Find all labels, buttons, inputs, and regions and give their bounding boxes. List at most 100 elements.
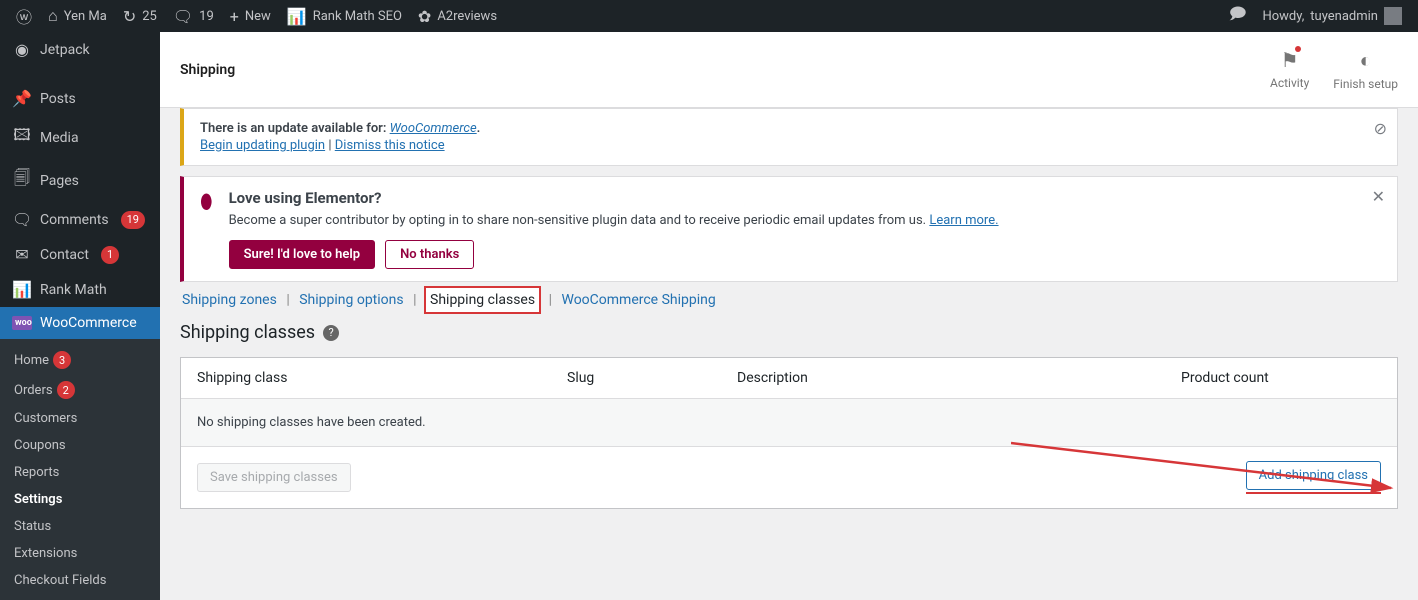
submenu-home[interactable]: Home3	[0, 345, 160, 375]
finish-setup-button[interactable]: ◐ Finish setup	[1333, 48, 1398, 91]
my-account[interactable]: Howdy, tuyenadmin	[1254, 0, 1410, 32]
submenu-label: Checkout Fields	[14, 573, 106, 588]
submenu-status[interactable]: Status	[0, 513, 160, 540]
sidebar-label: Rank Math	[40, 282, 107, 298]
submenu-settings[interactable]: Settings	[0, 486, 160, 513]
woo-icon: woo	[12, 316, 32, 330]
comments-link[interactable]: 🗨19	[165, 0, 222, 32]
sidebar-item-pages[interactable]: 🗐Pages	[0, 159, 160, 202]
help-icon[interactable]: ?	[323, 325, 339, 341]
add-shipping-class-button[interactable]: Add shipping class	[1246, 461, 1381, 490]
media-icon: 🖾	[12, 124, 32, 151]
col-description: Description	[737, 370, 1181, 386]
elementor-title: Love using Elementor?	[229, 189, 999, 207]
col-product-count: Product count	[1181, 370, 1381, 386]
sidebar-item-woocommerce[interactable]: wooWooCommerce	[0, 307, 160, 339]
a2reviews-label: A2reviews	[437, 9, 497, 24]
comment-icon: 🗨	[12, 210, 32, 229]
save-shipping-classes-button: Save shipping classes	[197, 463, 351, 492]
comments-count: 19	[199, 9, 214, 24]
elementor-body-text: Become a super contributor by opting in …	[229, 213, 927, 228]
submenu-label: Customers	[14, 411, 77, 426]
progress-icon: ◐	[1360, 48, 1372, 73]
table-header: Shipping class Slug Description Product …	[181, 358, 1397, 399]
bell-icon: 🗩	[1229, 3, 1247, 30]
mail-icon: ✉	[12, 245, 32, 264]
col-shipping-class: Shipping class	[197, 370, 567, 386]
submenu-label: Reports	[14, 465, 59, 480]
submenu-checkout-fields[interactable]: Checkout Fields	[0, 567, 160, 594]
orders-badge: 2	[57, 381, 75, 399]
content-area: Shipping ⚑ Activity ◐ Finish setup ⊘ The…	[160, 32, 1418, 600]
tab-shipping-zones[interactable]: Shipping zones	[182, 292, 277, 308]
tab-shipping-classes[interactable]: Shipping classes	[424, 286, 541, 314]
tab-woocommerce-shipping[interactable]: WooCommerce Shipping	[561, 292, 715, 308]
rank-math-label: Rank Math SEO	[313, 9, 402, 24]
section-heading: Shipping classes ?	[180, 322, 1398, 343]
table-empty-row: No shipping classes have been created.	[181, 399, 1397, 447]
updates[interactable]: ↻ 25	[115, 0, 165, 32]
plus-icon: +	[230, 7, 239, 26]
close-icon[interactable]: ✕	[1372, 187, 1385, 206]
submenu-coupons[interactable]: Coupons	[0, 432, 160, 459]
submenu-label: Coupons	[14, 438, 66, 453]
tab-shipping-options[interactable]: Shipping options	[299, 292, 403, 308]
admin-sidebar: ◉ Jetpack 📌 Posts 🖾 Media 🗐Pages 🗨Comments1…	[0, 32, 160, 600]
sidebar-label: Contact	[40, 247, 89, 263]
flag-icon: ⚑	[1281, 48, 1299, 72]
notifications[interactable]: 🗩	[1221, 0, 1255, 32]
dismiss-notice-link[interactable]: Dismiss this notice	[335, 138, 445, 153]
submenu-label: Settings	[14, 492, 62, 507]
activity-button[interactable]: ⚑ Activity	[1270, 48, 1309, 91]
woocommerce-link[interactable]: WooCommerce	[390, 121, 477, 136]
wordpress-icon: ⓦ	[16, 4, 32, 28]
sidebar-label: Pages	[40, 173, 79, 189]
finish-setup-label: Finish setup	[1333, 77, 1398, 91]
home-icon: ⌂	[48, 6, 58, 26]
site-name[interactable]: ⌂Yen Ma	[40, 0, 115, 32]
learn-more-link[interactable]: Learn more.	[929, 213, 998, 228]
sidebar-item-media[interactable]: 🖾 Media	[0, 116, 160, 159]
chart-icon: 📊	[287, 7, 307, 26]
sidebar-label: Posts	[40, 91, 76, 107]
sidebar-label: Media	[40, 130, 79, 146]
new-content[interactable]: +New	[222, 0, 279, 32]
elementor-icon: ⬮	[200, 189, 213, 269]
sidebar-item-comments[interactable]: 🗨Comments19	[0, 202, 160, 237]
user-name: tuyenadmin	[1310, 9, 1378, 24]
submenu-label: Orders	[14, 383, 53, 398]
chart-icon: 📊	[12, 280, 32, 299]
optin-no-button[interactable]: No thanks	[385, 240, 474, 269]
submenu-customers[interactable]: Customers	[0, 405, 160, 432]
pin-icon: 📌	[12, 89, 32, 108]
shipping-classes-table: Shipping class Slug Description Product …	[180, 357, 1398, 509]
elementor-notice: ✕ ⬮ Love using Elementor? Become a super…	[180, 176, 1398, 282]
sidebar-item-contact[interactable]: ✉ Contact 1	[0, 237, 160, 272]
shipping-subtabs: Shipping zones | Shipping options | Ship…	[180, 292, 1398, 308]
page-title: Shipping	[180, 62, 235, 78]
rank-math-seo[interactable]: 📊 Rank Math SEO	[279, 0, 410, 32]
submenu-label: Extensions	[14, 546, 77, 561]
submenu-reports[interactable]: Reports	[0, 459, 160, 486]
sidebar-item-posts[interactable]: 📌 Posts	[0, 81, 160, 116]
wp-logo[interactable]: ⓦ	[8, 0, 40, 32]
submenu-label: Status	[14, 519, 51, 534]
optin-yes-button[interactable]: Sure! I'd love to help	[229, 240, 376, 269]
submenu-orders[interactable]: Orders 2	[0, 375, 160, 405]
sidebar-item-rankmath[interactable]: 📊 Rank Math	[0, 272, 160, 307]
activity-label: Activity	[1270, 76, 1309, 90]
sidebar-item-jetpack[interactable]: ◉ Jetpack	[0, 32, 160, 67]
contact-badge: 1	[101, 246, 119, 264]
updates-count: 25	[142, 9, 157, 24]
sidebar-label: Jetpack	[40, 42, 90, 58]
submenu-extensions[interactable]: Extensions	[0, 540, 160, 567]
dismiss-notice-button[interactable]: ⊘	[1374, 119, 1387, 138]
admin-bar: ⓦ ⌂Yen Ma ↻ 25 🗨19 +New 📊 Rank Math SEO ✿A…	[0, 0, 1418, 32]
home-badge: 3	[53, 351, 71, 369]
begin-update-link[interactable]: Begin updating plugin	[200, 138, 325, 153]
jetpack-icon: ◉	[12, 40, 32, 59]
woocommerce-submenu: Home3 Orders2 Customers Coupons Reports …	[0, 339, 160, 600]
a2reviews[interactable]: ✿A2reviews	[410, 0, 505, 32]
update-icon: ↻	[123, 7, 136, 26]
comments-badge: 19	[121, 211, 145, 229]
